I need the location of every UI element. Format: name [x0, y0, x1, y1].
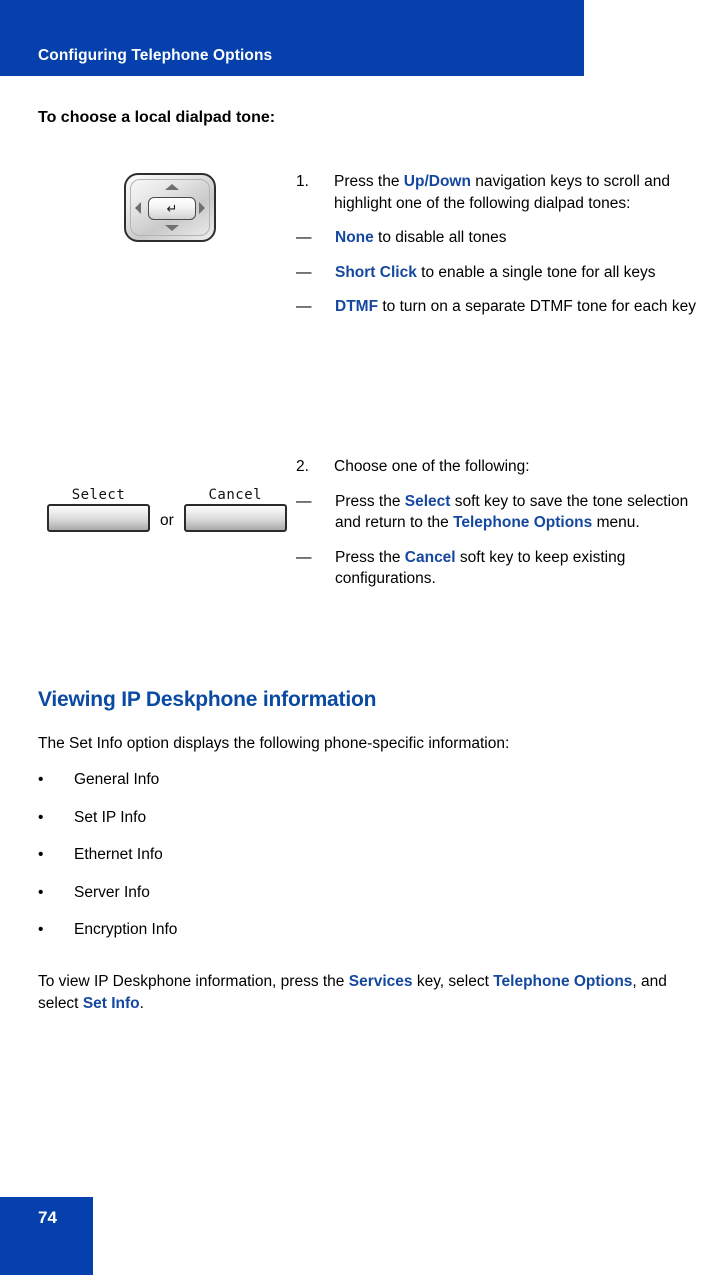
list-item: • General Info: [38, 769, 438, 807]
procedure-step-1: ↵ 1. Press the Up/Down navigation keys t…: [38, 171, 707, 318]
section-heading: Viewing IP Deskphone information: [38, 688, 377, 711]
section-intro-paragraph: The Set Info option displays the followi…: [38, 735, 510, 752]
outro-keyword-set-info: Set Info: [82, 994, 140, 1012]
step-1-item-3: — DTMF to turn on a separate DTMF tone f…: [296, 296, 707, 318]
dash-mark: —: [296, 548, 312, 566]
step-1-item-1-text: None to disable all tones: [335, 227, 707, 249]
cancel-soft-key-label: Cancel: [208, 487, 263, 503]
list-item: • Server Info: [38, 882, 438, 920]
step-1-lead-pre: Press the: [334, 173, 404, 190]
nav-left-arrow-icon: [135, 202, 141, 214]
step-1-keyword: Up/Down: [403, 173, 471, 190]
dash-mark: —: [296, 229, 312, 246]
step-2-sub-list: — Press the Select soft key to save the …: [296, 491, 707, 590]
step-2-item-1-pre: Press the: [335, 492, 405, 510]
step-2-number: 2.: [296, 458, 309, 475]
step-1-item-2: — Short Click to enable a single tone fo…: [296, 262, 707, 284]
section-outro-paragraph: To view IP Deskphone information, press …: [38, 971, 698, 1014]
navigation-key-cluster-icon: ↵: [124, 173, 216, 242]
nav-up-arrow-icon: [165, 184, 179, 190]
info-bullet-list: • General Info • Set IP Info • Ethernet …: [38, 769, 438, 957]
nav-enter-key-icon: ↵: [148, 197, 196, 220]
step-2-lead-text: Choose one of the following:: [334, 458, 530, 475]
list-item: • Ethernet Info: [38, 844, 438, 882]
step-2-lead-row: 2. Choose one of the following:: [296, 456, 707, 478]
step-1-lead-text: Press the Up/Down navigation keys to scr…: [334, 171, 707, 214]
step-1-item-2-text: Short Click to enable a single tone for …: [335, 262, 707, 284]
step-1-item-3-text: DTMF to turn on a separate DTMF tone for…: [335, 296, 707, 318]
step-1-item-1-keyword: None: [335, 229, 374, 246]
select-soft-key-button[interactable]: [47, 504, 150, 532]
step-2-item-1-keyword-2: Telephone Options: [453, 514, 593, 531]
step-1-text-column: 1. Press the Up/Down navigation keys to …: [296, 171, 707, 318]
bullet-mark: •: [38, 883, 44, 901]
soft-key-artwork: Select or Cancel: [46, 488, 288, 532]
step-1-item-2-rest: to enable a single tone for all keys: [416, 263, 656, 281]
list-item-label: Server Info: [74, 883, 150, 901]
outro-keyword-services: Services: [348, 973, 413, 990]
list-item-label: Encryption Info: [74, 921, 178, 938]
select-soft-key-unit: Select: [46, 488, 151, 532]
list-item-label: Set IP Info: [74, 808, 147, 826]
step-2-item-1-post: menu.: [592, 514, 640, 531]
outro-keyword-telephone-options: Telephone Options: [493, 973, 633, 990]
step-1-artwork-column: ↵: [38, 171, 296, 318]
step-1-number: 1.: [296, 173, 309, 190]
cancel-soft-key-unit: Cancel: [183, 488, 288, 532]
bullet-mark: •: [38, 771, 44, 788]
step-2-artwork-column: Select or Cancel: [38, 456, 296, 590]
list-item: • Set IP Info: [38, 807, 438, 845]
step-2-item-1-text: Press the Select soft key to save the to…: [335, 491, 707, 534]
step-2-item-2-keyword: Cancel: [404, 548, 456, 566]
outro-part-4: .: [139, 994, 144, 1012]
list-item: • Encryption Info: [38, 919, 438, 957]
dash-mark: —: [296, 298, 312, 315]
step-2-item-2-pre: Press the: [335, 548, 405, 566]
step-1-sub-list: — None to disable all tones — Short Clic…: [296, 227, 707, 318]
step-2-item-2-text: Press the Cancel soft key to keep existi…: [335, 547, 707, 590]
bullet-mark: •: [38, 921, 44, 938]
step-2-text-column: 2. Choose one of the following: — Press …: [296, 456, 707, 590]
step-2-item-1-keyword: Select: [404, 492, 451, 510]
step-2-item-1: — Press the Select soft key to save the …: [296, 491, 707, 534]
soft-key-conjunction: or: [160, 511, 174, 529]
dash-mark: —: [296, 263, 312, 281]
nav-down-arrow-icon: [165, 225, 179, 231]
outro-part-2: key, select: [412, 973, 494, 990]
step-1-item-1-rest: to disable all tones: [373, 229, 507, 246]
step-2-item-2: — Press the Cancel soft key to keep exis…: [296, 547, 707, 590]
step-1-lead-row: 1. Press the Up/Down navigation keys to …: [296, 171, 707, 214]
step-1-item-3-rest: to turn on a separate DTMF tone for each…: [378, 298, 696, 315]
procedure-title: To choose a local dialpad tone:: [38, 109, 276, 126]
nav-right-arrow-icon: [199, 202, 205, 214]
list-item-label: Ethernet Info: [74, 846, 163, 863]
cancel-soft-key-button[interactable]: [183, 504, 287, 532]
procedure-step-2: Select or Cancel 2. Choose one of the fo…: [38, 456, 707, 590]
step-1-item-2-keyword: Short Click: [335, 263, 417, 281]
running-header-title: Configuring Telephone Options: [38, 47, 273, 64]
list-item-label: General Info: [74, 771, 160, 788]
page-number: 74: [38, 1208, 57, 1227]
bullet-mark: •: [38, 808, 44, 826]
dash-mark: —: [296, 492, 312, 510]
bullet-mark: •: [38, 846, 44, 863]
select-soft-key-label: Select: [71, 487, 126, 503]
step-1-item-1: — None to disable all tones: [296, 227, 707, 249]
step-1-item-3-keyword: DTMF: [335, 298, 379, 315]
outro-part-1: To view IP Deskphone information, press …: [38, 973, 349, 990]
